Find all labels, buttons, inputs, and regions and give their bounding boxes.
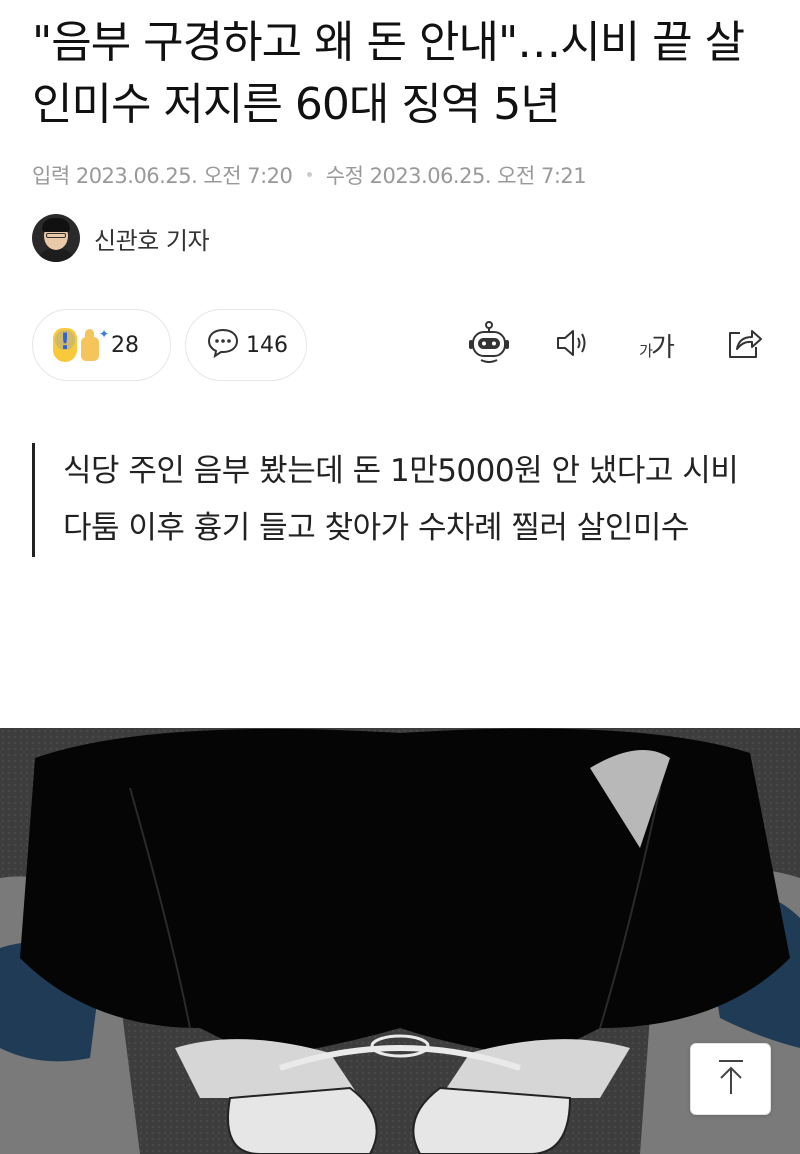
share-icon <box>724 325 764 365</box>
thumbs-up-icon: ✦ <box>79 327 109 361</box>
input-label: 입력 <box>32 164 70 188</box>
comment-button[interactable]: 146 <box>185 309 307 381</box>
arrow-up-icon <box>714 1058 748 1100</box>
font-size-button[interactable]: 가가 <box>632 321 680 369</box>
article-dates: 입력 2023.06.25. 오전 7:20 수정 2023.06.25. 오전… <box>32 160 587 190</box>
modified-date: 2023.06.25. 오전 7:21 <box>369 164 587 188</box>
summary-line-2: 다툼 이후 흉기 들고 찾아가 수차례 찔러 살인미수 <box>63 510 689 546</box>
font-size-label: 가가 <box>639 332 675 363</box>
comment-count: 146 <box>246 332 288 358</box>
exclamation-icon: ! <box>53 328 77 362</box>
article-photo-handcuffs <box>0 728 800 1154</box>
share-button[interactable] <box>720 321 768 369</box>
tts-button[interactable] <box>550 321 598 369</box>
author-byline[interactable]: 신관호 기자 <box>32 214 210 262</box>
summary-bot-button[interactable] <box>465 321 513 369</box>
input-date: 2023.06.25. 오전 7:20 <box>75 164 293 188</box>
speaker-icon <box>554 326 594 364</box>
scroll-to-top-button[interactable] <box>690 1043 771 1115</box>
author-avatar[interactable] <box>32 214 80 262</box>
reaction-count: 28 <box>111 332 139 358</box>
summary-line-1: 식당 주인 음부 봤는데 돈 1만5000원 안 냈다고 시비 <box>63 453 739 489</box>
article-headline: "음부 구경하고 왜 돈 안내"…시비 끝 살인미수 저지른 60대 징역 5년 <box>32 17 745 130</box>
robot-icon <box>466 320 512 370</box>
author-name[interactable]: 신관호 기자 <box>94 221 210 256</box>
reaction-button[interactable]: ! ✦ 28 <box>32 309 171 381</box>
article-summary: 식당 주인 음부 봤는데 돈 1만5000원 안 냈다고 시비 다툼 이후 흉기… <box>32 443 752 557</box>
speech-bubble-icon <box>206 327 240 363</box>
modified-label: 수정 <box>325 164 364 188</box>
date-separator <box>306 172 312 177</box>
